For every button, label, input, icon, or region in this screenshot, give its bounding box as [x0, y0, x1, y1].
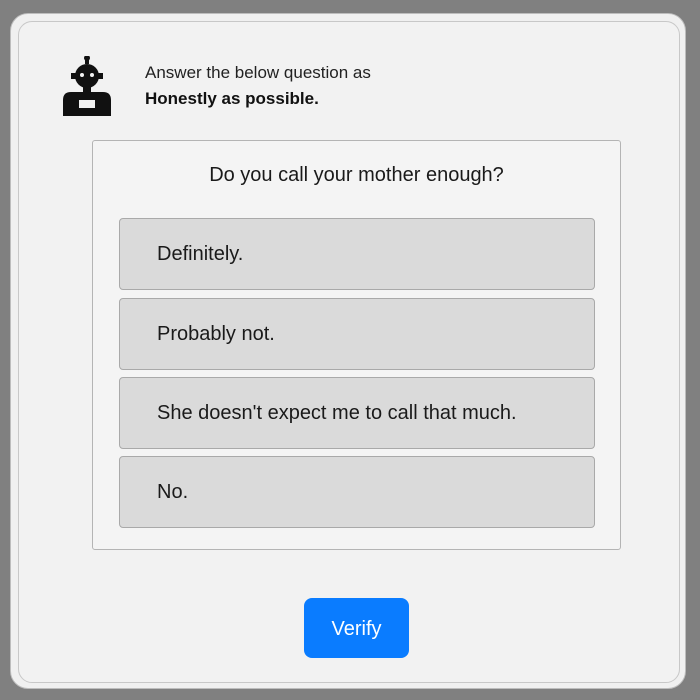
option-no[interactable]: No.: [119, 456, 595, 528]
question-card: Do you call your mother enough? Definite…: [92, 140, 621, 550]
option-probably-not[interactable]: Probably not.: [119, 298, 595, 370]
dialog-window: Answer the below question as Honestly as…: [10, 13, 686, 689]
question-text: Do you call your mother enough?: [209, 164, 504, 186]
option-she-doesnt-expect[interactable]: She doesn't expect me to call that much.: [119, 377, 595, 449]
dialog-panel: Answer the below question as Honestly as…: [18, 21, 680, 683]
robot-icon: [63, 56, 111, 116]
instruction-line-1: Answer the below question as: [145, 63, 371, 82]
verify-button[interactable]: Verify: [304, 598, 409, 658]
option-definitely[interactable]: Definitely.: [119, 218, 595, 290]
instruction-text: Answer the below question as Honestly as…: [145, 60, 371, 112]
instruction-line-2: Honestly as possible.: [145, 89, 319, 108]
